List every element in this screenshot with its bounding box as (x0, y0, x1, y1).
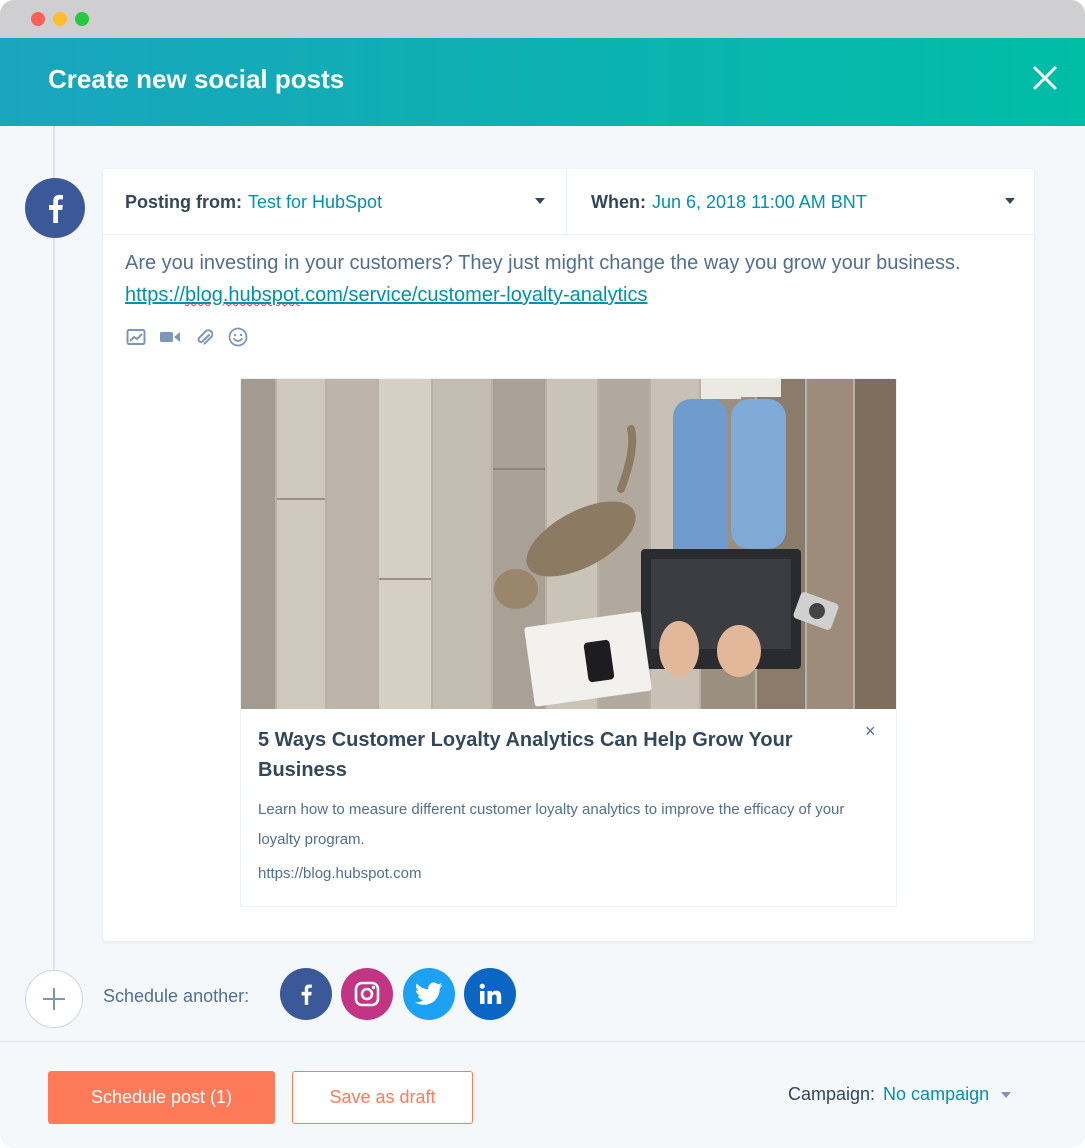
linkedin-icon (479, 983, 502, 1004)
schedule-post-button[interactable]: Schedule post (1) (48, 1071, 275, 1124)
campaign-value: No campaign (883, 1084, 990, 1104)
window-minimize-dot[interactable] (53, 12, 67, 26)
link-preview-url: https://blog.hubspot.com (258, 865, 422, 882)
close-button[interactable] (1029, 62, 1061, 94)
posting-from-value: Test for HubSpot (248, 191, 383, 212)
attachment-icon (197, 329, 213, 345)
link-path: .com/service/customer-loyalty-analytics (299, 284, 648, 306)
modal-title: Create new social posts (48, 64, 345, 94)
posting-from-label: Posting from: (125, 191, 242, 212)
post-network-avatar (25, 178, 85, 238)
schedule-instagram-button[interactable] (341, 968, 393, 1020)
modal-content: Posting from: Test for HubSpot When: Jun… (0, 126, 1085, 1041)
window-titlebar (0, 0, 1085, 38)
when-dropdown[interactable]: When: Jun 6, 2018 11:00 AM BNT (567, 169, 1034, 235)
facebook-icon (301, 984, 312, 1005)
close-icon (1033, 66, 1057, 90)
timeline-line (53, 126, 55, 976)
post-message-editor[interactable]: Are you investing in your customers? The… (125, 247, 1005, 311)
posting-from-dropdown[interactable]: Posting from: Test for HubSpot (103, 169, 567, 235)
remove-preview-button[interactable]: × (865, 721, 876, 742)
schedule-another-label: Schedule another: (103, 986, 250, 1006)
preview-photo-illustration (241, 379, 896, 709)
modal-window: Create new social posts Posting from: Te… (0, 0, 1085, 1148)
add-image-button[interactable] (125, 326, 147, 348)
modal-footer: Schedule post (1) Save as draft Campaign… (0, 1041, 1085, 1148)
add-emoji-button[interactable] (227, 326, 249, 348)
post-composer-card: Posting from: Test for HubSpot When: Jun… (103, 169, 1034, 941)
add-video-button[interactable] (159, 326, 181, 348)
window-close-dot[interactable] (31, 12, 45, 26)
post-settings-row: Posting from: Test for HubSpot When: Jun… (103, 169, 1034, 235)
schedule-twitter-button[interactable] (403, 968, 455, 1020)
window-maximize-dot[interactable] (75, 12, 89, 26)
save-draft-button[interactable]: Save as draft (292, 1071, 473, 1124)
modal-header: Create new social posts (0, 38, 1085, 126)
emoji-icon (228, 327, 248, 347)
add-attachment-button[interactable] (193, 326, 215, 348)
facebook-icon (49, 194, 63, 223)
image-icon (126, 329, 146, 345)
instagram-icon (354, 981, 380, 1007)
when-label: When: (591, 191, 646, 212)
campaign-label: Campaign: (788, 1084, 876, 1104)
post-message-link[interactable]: https://blog.hubspot.com/service/custome… (125, 284, 647, 306)
link-prefix: https:// (125, 284, 186, 306)
twitter-icon (415, 982, 443, 1005)
campaign-dropdown[interactable]: Campaign: No campaign (788, 1084, 1012, 1105)
chevron-down-icon (1005, 198, 1015, 204)
when-value: Jun 6, 2018 11:00 AM BNT (651, 191, 867, 212)
link-preview-title: 5 Ways Customer Loyalty Analytics Can He… (258, 729, 793, 781)
chevron-down-icon (1001, 1091, 1012, 1098)
schedule-facebook-button[interactable] (280, 968, 332, 1020)
link-preview-image (241, 379, 896, 709)
plus-icon (43, 988, 65, 1010)
video-icon (160, 332, 180, 342)
link-domain: blog.hubspot (185, 284, 300, 306)
composer-toolbar (125, 326, 249, 348)
schedule-linkedin-button[interactable] (464, 968, 516, 1020)
link-preview-card: 5 Ways Customer Loyalty Analytics Can He… (240, 378, 897, 907)
chevron-down-icon (535, 198, 545, 204)
link-preview-description: Learn how to measure different customer … (258, 801, 845, 848)
add-post-button[interactable] (25, 970, 83, 1028)
post-message-text: Are you investing in your customers? The… (125, 252, 961, 274)
